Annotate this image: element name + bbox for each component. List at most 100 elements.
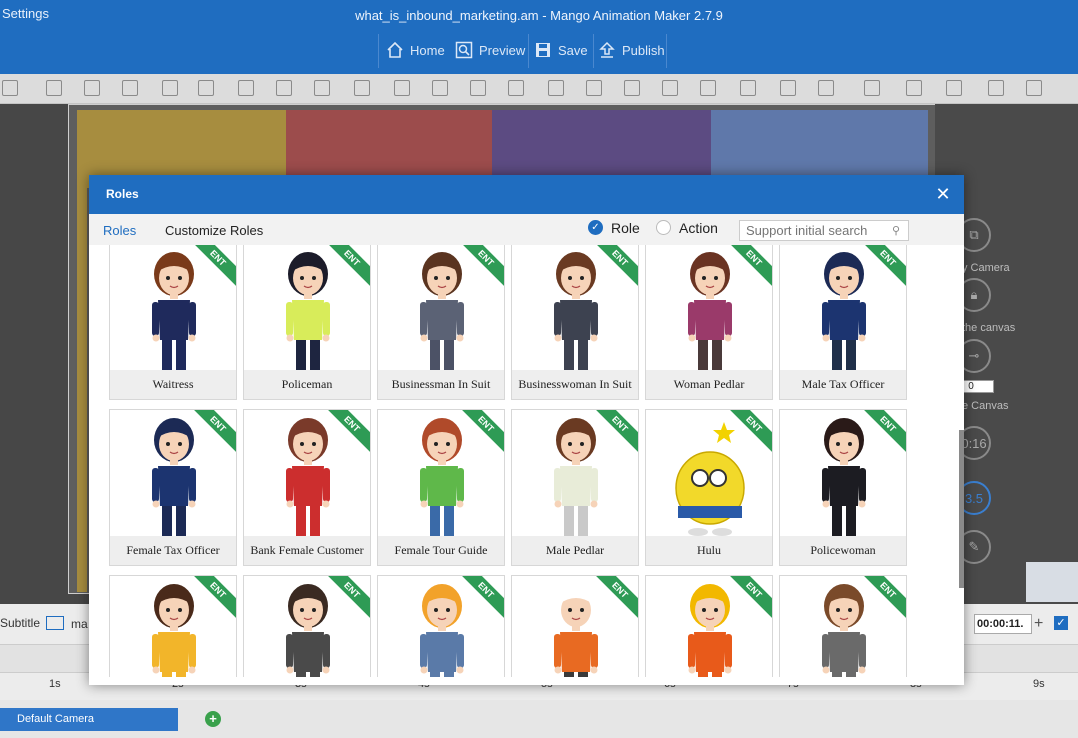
ent-badge-label: ENT <box>192 410 236 454</box>
ent-badge-label: ENT <box>862 410 906 454</box>
toolbar-tool-icon[interactable] <box>432 80 448 96</box>
role-card[interactable]: ENT <box>779 575 907 677</box>
role-card[interactable]: ENT Waitress <box>109 245 237 400</box>
toolbar-separator <box>666 34 667 68</box>
ent-badge: ENT <box>326 576 370 620</box>
roles-dialog-header <box>89 175 964 214</box>
role-card[interactable]: ENT <box>645 575 773 677</box>
role-card[interactable]: ENT Businesswoman In Suit <box>511 245 639 400</box>
toolbar-tool-icon[interactable] <box>988 80 1004 96</box>
ent-badge: ENT <box>326 245 370 288</box>
ent-badge-label: ENT <box>594 576 638 620</box>
toolbar-tool-icon[interactable] <box>122 80 138 96</box>
role-card[interactable]: ENT Policewoman <box>779 409 907 566</box>
timeline-checkbox[interactable]: ✓ <box>1054 616 1068 630</box>
role-card[interactable]: ENT Woman Pedlar <box>645 245 773 400</box>
role-radio[interactable]: ✓ <box>588 220 603 235</box>
action-radio[interactable] <box>656 220 671 235</box>
toolbar-tool-icon[interactable] <box>818 80 834 96</box>
role-name: Waitress <box>110 370 236 399</box>
canvas-label: e Canvas <box>962 400 1009 412</box>
preview-label: Preview <box>479 42 526 58</box>
save-button[interactable]: Save <box>534 38 588 62</box>
toolbar-tool-icon[interactable] <box>508 80 524 96</box>
toolbar-tool-icon[interactable] <box>740 80 756 96</box>
ent-badge: ENT <box>192 410 236 454</box>
close-icon[interactable]: ✕ <box>934 185 952 203</box>
toolbar-tool-icon[interactable] <box>354 80 370 96</box>
role-radio-label: Role <box>611 220 640 236</box>
home-button[interactable]: Home <box>386 38 445 62</box>
roles-scrollbar[interactable] <box>959 430 964 588</box>
role-card[interactable]: ENT Hulu <box>645 409 773 566</box>
role-card[interactable]: ENT Male Pedlar <box>511 409 639 566</box>
default-camera-track[interactable]: Default Camera <box>0 708 178 731</box>
toolbar-tool-icon[interactable] <box>624 80 640 96</box>
toolbar-tool-icon[interactable] <box>84 80 100 96</box>
role-name: Male Pedlar <box>512 536 638 565</box>
toolbar-tool-icon[interactable] <box>2 80 18 96</box>
ent-badge-label: ENT <box>192 245 236 288</box>
ent-badge: ENT <box>728 410 772 454</box>
ent-badge: ENT <box>594 576 638 620</box>
toolbar-tool-icon[interactable] <box>46 80 62 96</box>
toolbar-tool-icon[interactable] <box>394 80 410 96</box>
toolbar-tool-icon[interactable] <box>1026 80 1042 96</box>
search-icon[interactable]: ⚲ <box>892 224 900 237</box>
subtitle-checkbox[interactable] <box>46 616 64 630</box>
ent-badge: ENT <box>862 410 906 454</box>
role-name: Policewoman <box>780 536 906 565</box>
toolbar-tool-icon[interactable] <box>946 80 962 96</box>
thumbnail-panel[interactable] <box>1026 562 1078 602</box>
lock-canvas-label: the canvas <box>962 322 1016 334</box>
ent-badge: ENT <box>460 576 504 620</box>
subtitle-label: Subtitle <box>0 616 41 630</box>
role-card[interactable]: ENT <box>243 575 371 677</box>
toolbar-tool-icon[interactable] <box>864 80 880 96</box>
time-input[interactable]: 00:00:11. <box>974 614 1032 634</box>
toolbar-tool-icon[interactable] <box>700 80 716 96</box>
add-keyframe-icon[interactable]: + <box>205 711 221 727</box>
role-card[interactable]: ENT Female Tour Guide <box>377 409 505 566</box>
toolbar-tool-icon[interactable] <box>238 80 254 96</box>
toolbar-tool-icon[interactable] <box>662 80 678 96</box>
role-name: Hulu <box>646 536 772 565</box>
role-card[interactable]: ENT Policeman <box>243 245 371 400</box>
ent-badge-label: ENT <box>326 245 370 288</box>
role-card[interactable]: ENT Businessman In Suit <box>377 245 505 400</box>
role-name: Businessman In Suit <box>378 370 504 399</box>
role-card[interactable]: ENT <box>511 575 639 677</box>
ent-badge-label: ENT <box>326 576 370 620</box>
toolbar-tool-icon[interactable] <box>198 80 214 96</box>
ent-badge: ENT <box>460 245 504 288</box>
toolbar-tool-icon[interactable] <box>162 80 178 96</box>
role-card[interactable]: ENT Male Tax Officer <box>779 245 907 400</box>
toolbar-tool-icon[interactable] <box>276 80 292 96</box>
toolbar-tool-icon[interactable] <box>470 80 486 96</box>
roles-dialog: Roles ✕ Roles Customize Roles ✓ Role Act… <box>89 175 964 685</box>
publish-label: Publish <box>622 42 665 58</box>
tab-roles[interactable]: Roles <box>103 223 136 238</box>
role-card[interactable]: ENT <box>377 575 505 677</box>
add-time-button[interactable]: + <box>1034 614 1050 634</box>
ent-badge-label: ENT <box>192 576 236 620</box>
role-card[interactable]: ENT <box>109 575 237 677</box>
ent-badge: ENT <box>326 410 370 454</box>
toolbar-tool-icon[interactable] <box>586 80 602 96</box>
toolbar-tool-icon[interactable] <box>906 80 922 96</box>
ent-badge: ENT <box>594 245 638 288</box>
search-input[interactable] <box>739 220 909 241</box>
toolbar-tool-icon[interactable] <box>548 80 564 96</box>
ruler-tick-label: 1s <box>49 678 61 690</box>
toolbar-tool-icon[interactable] <box>314 80 330 96</box>
role-card[interactable]: ENT Bank Female Customer <box>243 409 371 566</box>
canvas-left-strip <box>77 188 87 592</box>
preview-button[interactable]: Preview <box>455 38 525 62</box>
toolbar-tool-icon[interactable] <box>780 80 796 96</box>
publish-button[interactable]: Publish <box>598 38 665 62</box>
role-card[interactable]: ENT Female Tax Officer <box>109 409 237 566</box>
home-label: Home <box>410 42 445 58</box>
tab-customize-roles[interactable]: Customize Roles <box>165 223 263 238</box>
ent-badge-label: ENT <box>862 245 906 288</box>
action-radio-label: Action <box>679 220 718 236</box>
